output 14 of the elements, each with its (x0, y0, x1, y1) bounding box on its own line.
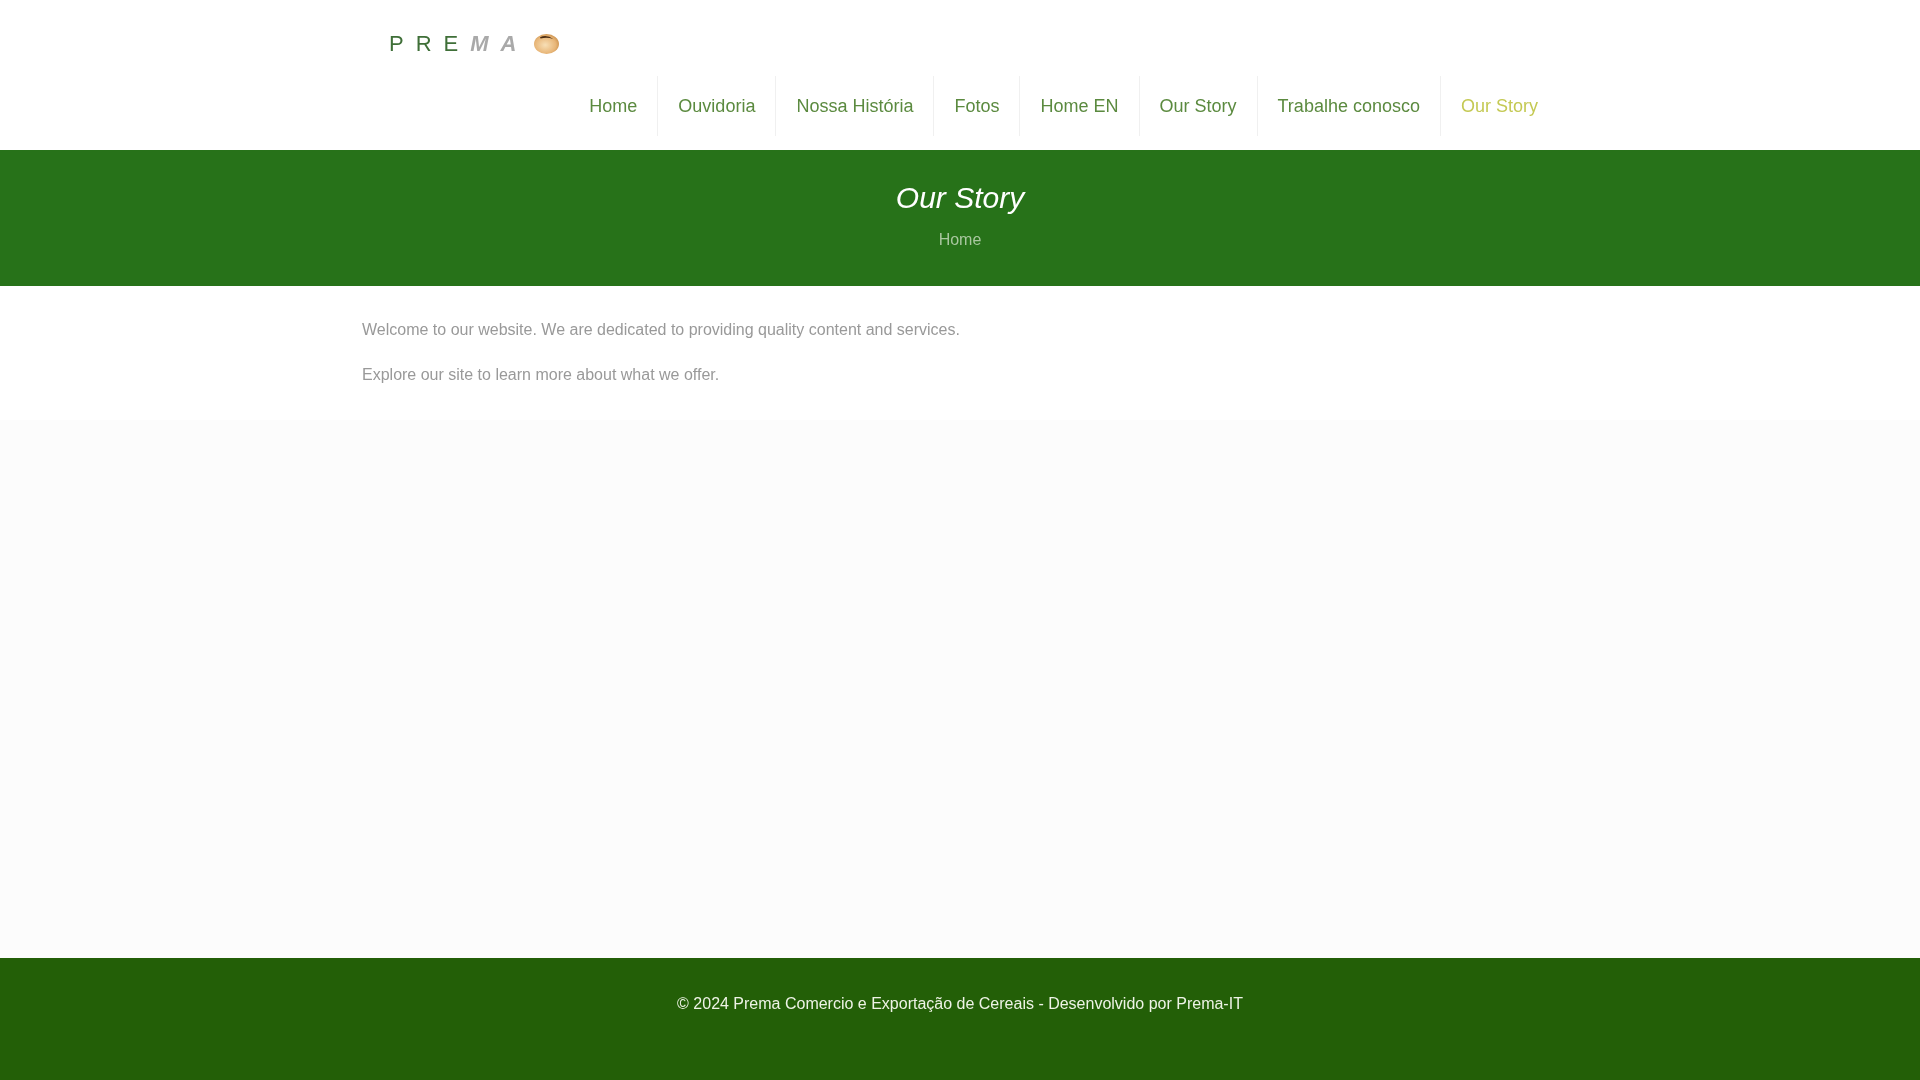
nav-link[interactable]: Home EN (1019, 76, 1139, 136)
nav-link[interactable]: Nossa História (775, 76, 934, 136)
bean-icon (534, 34, 560, 54)
body-text: Welcome to our website. We are dedicated to providing quality content and services. (362, 320, 960, 340)
page-title: Our Story (895, 180, 1025, 216)
logo-text[interactable]: PRE MA (389, 33, 529, 55)
nav-link[interactable]: Ouvidoria (657, 76, 776, 136)
nav-link[interactable]: Our Story (1138, 76, 1257, 136)
nav-link[interactable]: Fotos (933, 76, 1020, 136)
copyright-text: © 2024 Prema Comercio e Exportação de Cereais - Desenvolvido por Prema-IT (677, 994, 1243, 1014)
body-text: Explore our site to learn more about what we offer. (362, 365, 720, 385)
nav-link[interactable]: Home (569, 76, 658, 136)
breadcrumb-link[interactable]: Home (938, 230, 982, 250)
nav-link[interactable]: Trabalhe conosco (1256, 76, 1440, 136)
